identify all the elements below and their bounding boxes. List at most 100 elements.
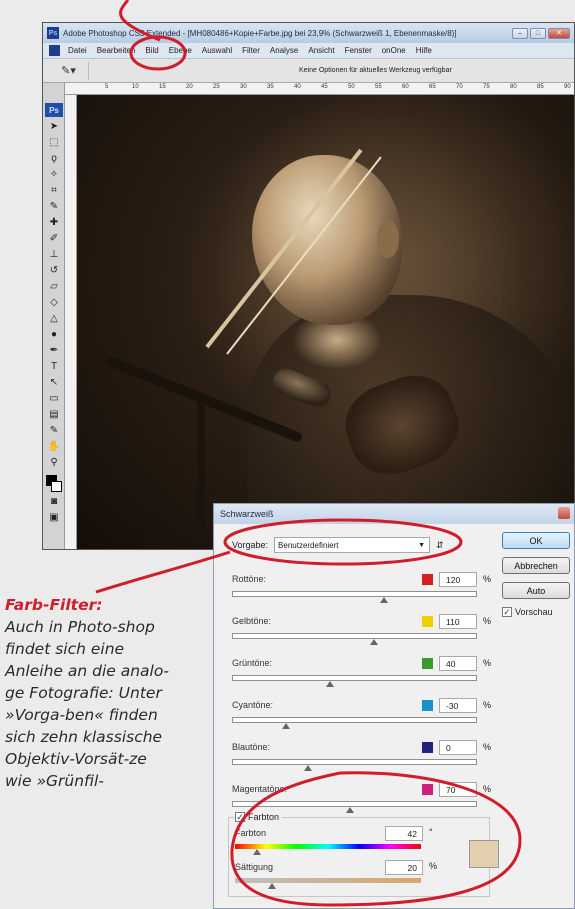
ps-menu-icon[interactable] <box>49 45 60 56</box>
menu-ansicht[interactable]: Ansicht <box>303 46 339 55</box>
menu-datei[interactable]: Datei <box>63 46 92 55</box>
preview-checkbox[interactable]: ✓ <box>502 607 512 617</box>
history-brush-icon[interactable]: ↺ <box>46 263 62 277</box>
dialog-close-button[interactable] <box>558 507 570 519</box>
slider-track[interactable] <box>232 801 477 807</box>
slider-thumb[interactable] <box>345 807 354 813</box>
slider-label: Grüntöne: <box>232 658 273 668</box>
options-hint: Keine Optionen für aktuelles Werkzeug ve… <box>299 67 452 74</box>
saturation-slider-thumb[interactable] <box>268 883 277 889</box>
slider-color-swatch <box>422 742 433 753</box>
dodge-tool-icon[interactable]: ● <box>46 327 62 341</box>
saturation-input[interactable]: 20 <box>385 860 423 875</box>
ruler-number: 75 <box>483 84 490 90</box>
menu-onone[interactable]: onOne <box>377 46 411 55</box>
ruler-number: 60 <box>402 84 409 90</box>
tint-checkbox[interactable]: ✓ <box>235 812 245 822</box>
magic-wand-icon[interactable]: ✧ <box>46 167 62 181</box>
slider-value-input[interactable]: 0 <box>439 740 477 755</box>
ps-options-bar: ✎▾ Keine Optionen für aktuelles Werkzeug… <box>43 59 574 83</box>
ruler-number: 65 <box>429 84 436 90</box>
hue-unit: ° <box>429 827 433 837</box>
marquee-tool-icon[interactable]: ⬚ <box>46 135 62 149</box>
slider-value-input[interactable]: 40 <box>439 656 477 671</box>
slider-label: Magentatöne: <box>232 784 288 794</box>
hue-slider-thumb[interactable] <box>253 849 262 855</box>
slider-thumb[interactable] <box>379 597 388 603</box>
tint-checkbox-label: Farbton <box>248 812 280 822</box>
path-select-icon[interactable]: ↖ <box>46 375 62 389</box>
crop-tool-icon[interactable]: ⌗ <box>46 183 62 197</box>
menu-bearbeiten[interactable]: Bearbeiten <box>92 46 141 55</box>
preset-select[interactable]: Benutzerdefiniert ▼ <box>274 537 431 553</box>
slider-thumb[interactable] <box>281 723 290 729</box>
hand-tool-icon[interactable]: ✋ <box>46 439 62 453</box>
maximize-button[interactable]: □ <box>530 27 546 39</box>
shape-tool-icon[interactable]: ▭ <box>46 391 62 405</box>
background-color-swatch[interactable] <box>51 481 62 492</box>
menu-bild[interactable]: Bild <box>140 46 163 55</box>
document-canvas[interactable] <box>77 95 574 549</box>
ruler-number: 15 <box>159 84 166 90</box>
slider-row: Cyantöne: -30% <box>232 698 494 744</box>
type-tool-icon[interactable]: T <box>46 359 62 373</box>
slider-track[interactable] <box>232 591 477 597</box>
preview-row[interactable]: ✓ Vorschau <box>502 607 574 617</box>
preview-label: Vorschau <box>515 607 553 617</box>
brush-tool-icon[interactable]: ✐ <box>46 231 62 245</box>
slider-track[interactable] <box>232 633 477 639</box>
menu-fenster[interactable]: Fenster <box>340 46 377 55</box>
eyedropper2-icon[interactable]: ✎ <box>46 423 62 437</box>
slider-label: Cyantöne: <box>232 700 274 710</box>
healing-tool-icon[interactable]: ✚ <box>46 215 62 229</box>
slider-label: Rottöne: <box>232 574 267 584</box>
slider-label: Gelbtöne: <box>232 616 272 626</box>
slider-value-input[interactable]: 70 <box>439 782 477 797</box>
slider-value-input[interactable]: 120 <box>439 572 477 587</box>
ruler-number: 50 <box>348 84 355 90</box>
stamp-tool-icon[interactable]: ⊥ <box>46 247 62 261</box>
minimize-button[interactable]: – <box>512 27 528 39</box>
menu-filter[interactable]: Filter <box>237 46 265 55</box>
bucket-tool-icon[interactable]: ◇ <box>46 295 62 309</box>
slider-thumb[interactable] <box>303 765 312 771</box>
ruler-number: 20 <box>186 84 193 90</box>
hue-input[interactable]: 42 <box>385 826 423 841</box>
slider-thumb[interactable] <box>370 639 379 645</box>
eraser-tool-icon[interactable]: ▱ <box>46 279 62 293</box>
slider-track[interactable] <box>232 717 477 723</box>
lasso-tool-icon[interactable]: ϙ <box>46 151 62 165</box>
slider-track[interactable] <box>232 675 477 681</box>
slider-value-input[interactable]: -30 <box>439 698 477 713</box>
tint-color-swatch[interactable] <box>469 840 499 868</box>
move-tool-icon[interactable]: ➤ <box>46 119 62 133</box>
eyedropper-icon[interactable]: ✎▾ <box>49 61 89 80</box>
cancel-button[interactable]: Abbrechen <box>502 557 570 574</box>
close-button[interactable]: ✕ <box>548 27 570 39</box>
menu-hilfe[interactable]: Hilfe <box>411 46 437 55</box>
tint-checkbox-row[interactable]: ✓ Farbton <box>235 812 283 822</box>
notes-tool-icon[interactable]: ▤ <box>46 407 62 421</box>
slider-unit: % <box>483 616 492 626</box>
quickmask-icon[interactable]: ◙ <box>46 494 62 508</box>
ruler-number: 10 <box>132 84 139 90</box>
menu-auswahl[interactable]: Auswahl <box>197 46 237 55</box>
dialog-title: Schwarzweiß <box>220 509 274 519</box>
blur-tool-icon[interactable]: △ <box>46 311 62 325</box>
eyedropper-tool-icon[interactable]: ✎ <box>46 199 62 213</box>
hue-slider-track[interactable] <box>235 844 421 849</box>
menu-ebene[interactable]: Ebene <box>164 46 197 55</box>
slider-thumb[interactable] <box>326 681 334 687</box>
slider-track[interactable] <box>232 759 477 765</box>
menu-analyse[interactable]: Analyse <box>265 46 303 55</box>
slider-color-swatch <box>422 616 433 627</box>
ok-button[interactable]: OK <box>502 532 570 549</box>
screen-mode-icon[interactable]: ▣ <box>46 510 62 524</box>
ruler-number: 25 <box>213 84 220 90</box>
preset-options-icon[interactable]: ⇵ <box>436 540 444 551</box>
pen-tool-icon[interactable]: ✒ <box>46 343 62 357</box>
zoom-tool-icon[interactable]: ⚲ <box>46 455 62 469</box>
saturation-slider-track[interactable] <box>235 878 421 883</box>
slider-value-input[interactable]: 110 <box>439 614 477 629</box>
auto-button[interactable]: Auto <box>502 582 570 599</box>
